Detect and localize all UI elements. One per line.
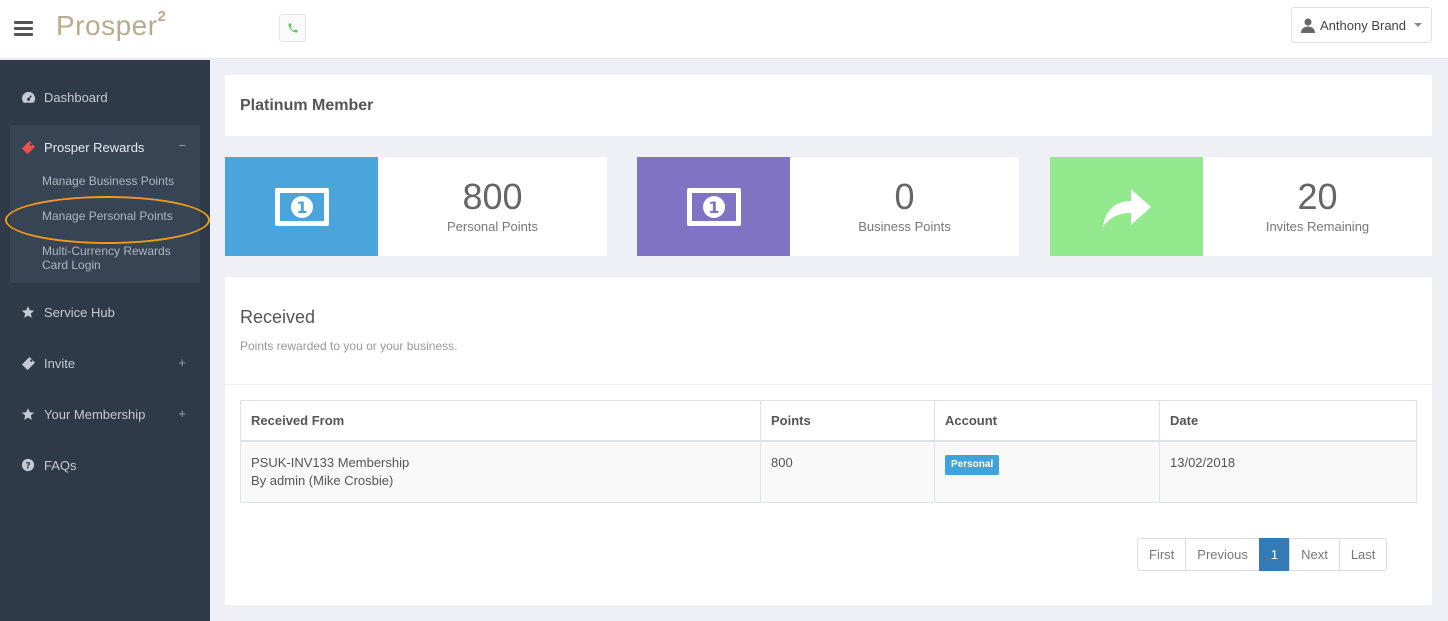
sidebar-item-label: Invite: [44, 355, 76, 371]
received-from-line1: PSUK-INV133 Membership: [251, 454, 410, 470]
sidebar-item-label: Service Hub: [44, 304, 115, 320]
user-menu-dropdown[interactable]: Anthony Brand: [1291, 7, 1432, 43]
phone-button[interactable]: [279, 14, 306, 42]
chevron-down-icon: [1414, 23, 1423, 27]
page-last-button[interactable]: Last: [1338, 538, 1388, 571]
star-icon: [20, 304, 36, 320]
column-header[interactable]: Account: [934, 400, 1160, 442]
sidebar-item-your-membership[interactable]: Your Membership +: [0, 396, 210, 432]
cell-received-from: PSUK-INV133 Membership By admin (Mike Cr…: [240, 440, 761, 503]
svg-text:1: 1: [296, 198, 307, 217]
stat-value: 800: [462, 176, 523, 217]
sidebar-item-label: Your Membership: [44, 406, 146, 422]
sidebar-item-label: FAQs: [44, 457, 77, 473]
stat-icon-box: [1050, 157, 1203, 256]
stat-label: Business Points: [858, 219, 951, 234]
stat-card-personal-points: 1 800 Personal Points: [225, 157, 607, 256]
sidebar-item-service-hub[interactable]: Service Hub: [0, 294, 210, 330]
user-name: Anthony Brand: [1320, 17, 1407, 33]
ticket-icon: [20, 355, 36, 371]
sidebar-item-label: Dashboard: [44, 89, 108, 105]
rewards-group: Prosper Rewards − Manage Business Points…: [10, 125, 200, 283]
stat-icon-box: 1: [225, 157, 378, 256]
user-icon: [1301, 18, 1315, 33]
expand-icon[interactable]: +: [178, 406, 186, 421]
sidebar-subitem-manage-personal-points[interactable]: Manage Personal Points: [42, 209, 173, 223]
stat-value: 0: [894, 176, 915, 217]
divider: [225, 384, 1432, 385]
stat-label: Personal Points: [446, 219, 539, 234]
sidebar-subitem-manage-business-points[interactable]: Manage Business Points: [42, 174, 174, 188]
stat-label: Invites Remaining: [1265, 219, 1370, 234]
cell-date: 13/02/2018: [1159, 440, 1417, 503]
sidebar-item-prosper-rewards[interactable]: Prosper Rewards −: [10, 129, 200, 165]
page-previous-button[interactable]: Previous: [1185, 538, 1260, 571]
stat-card-invites-remaining: 20 Invites Remaining: [1050, 157, 1432, 256]
svg-text:1: 1: [708, 198, 719, 217]
share-arrow-icon: [1102, 188, 1151, 227]
page-number-button[interactable]: 1: [1258, 538, 1291, 571]
svg-text:?: ?: [25, 462, 30, 472]
sidebar-item-dashboard[interactable]: Dashboard: [0, 79, 210, 115]
logo-text: Prosper: [56, 10, 158, 41]
stat-card-business-points: 1 0 Business Points: [637, 157, 1019, 256]
received-from-line2: By admin (Mike Crosbie): [251, 472, 394, 488]
sidebar-subitem-multi-currency-card-login[interactable]: Multi-Currency Rewards Card Login: [42, 244, 192, 272]
money-icon: 1: [686, 187, 741, 226]
column-header[interactable]: Received From: [240, 400, 761, 442]
section-subtitle: Points rewarded to you or your business.: [240, 339, 458, 353]
ticket-icon: [20, 139, 36, 155]
pagination: First Previous 1 Next Last: [1137, 538, 1388, 571]
table-row: PSUK-INV133 Membership By admin (Mike Cr…: [240, 440, 1417, 503]
sidebar-item-label: Prosper Rewards: [44, 139, 145, 155]
sidebar-item-invite[interactable]: Invite +: [0, 345, 210, 381]
page-first-button[interactable]: First: [1137, 538, 1187, 571]
table-header-row: Received From Points Account Date: [240, 400, 1417, 442]
menu-toggle-icon[interactable]: [14, 21, 33, 36]
phone-icon: [288, 23, 297, 33]
question-circle-icon: ?: [20, 457, 36, 473]
money-icon: 1: [274, 187, 329, 226]
sidebar: Dashboard Prosper Rewards − Manage Busin…: [0, 60, 210, 621]
cell-account: Personal: [934, 440, 1160, 503]
expand-icon[interactable]: +: [178, 355, 186, 370]
star-icon: [20, 406, 36, 422]
column-header[interactable]: Date: [1159, 400, 1417, 442]
received-table: Received From Points Account Date PSUK-I…: [240, 400, 1417, 503]
column-header[interactable]: Points: [760, 400, 935, 442]
stat-icon-box: 1: [637, 157, 790, 256]
received-panel: Received Points rewarded to you or your …: [225, 277, 1432, 605]
page-next-button[interactable]: Next: [1289, 538, 1340, 571]
account-badge: Personal: [945, 454, 1000, 475]
dashboard-icon: [20, 89, 36, 105]
cell-points: 800: [760, 440, 935, 503]
page-title: Platinum Member: [240, 97, 374, 114]
top-bar: Prosper2 Anthony Brand: [0, 0, 1448, 59]
section-title: Received: [240, 307, 316, 327]
logo-superscript: 2: [157, 7, 167, 25]
member-panel: Platinum Member: [225, 75, 1432, 136]
sidebar-item-faqs[interactable]: ? FAQs: [0, 447, 210, 483]
collapse-icon[interactable]: −: [178, 138, 186, 153]
logo[interactable]: Prosper2: [56, 7, 167, 42]
stat-value: 20: [1297, 176, 1338, 217]
